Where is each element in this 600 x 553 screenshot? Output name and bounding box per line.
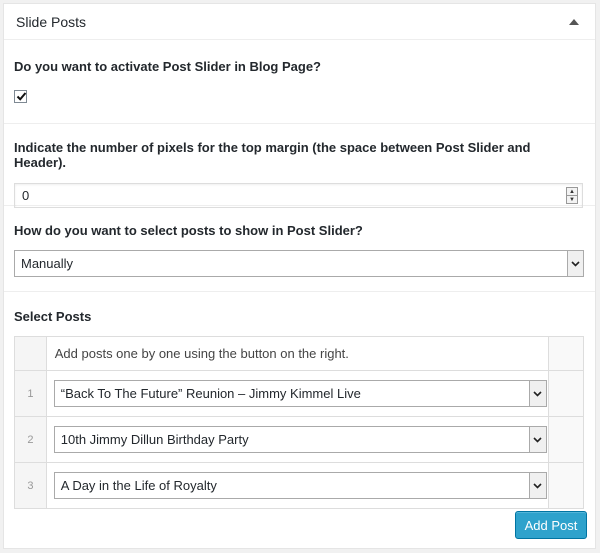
chevron-down-icon[interactable] <box>528 381 546 406</box>
activate-section: Do you want to activate Post Slider in B… <box>4 40 595 124</box>
activate-question: Do you want to activate Post Slider in B… <box>14 59 321 74</box>
selection-mode-value: Manually <box>21 256 74 271</box>
post-select[interactable]: A Day in the Life of Royalty <box>53 472 547 499</box>
top-margin-value: 0 <box>22 188 30 203</box>
posts-table: Add posts one by one using the button on… <box>14 336 585 509</box>
panel-title: Slide Posts <box>16 13 87 30</box>
post-select[interactable]: “Back To The Future” Reunion – Jimmy Kim… <box>53 380 547 407</box>
chevron-down-icon[interactable] <box>567 251 583 276</box>
row-action-cell[interactable] <box>547 370 585 417</box>
add-post-button[interactable]: Add Post <box>515 511 587 539</box>
header-num-cell <box>14 336 47 371</box>
post-title: 10th Jimmy Dillun Birthday Party <box>60 432 249 447</box>
table-header-row: Add posts one by one using the button on… <box>14 336 585 371</box>
margin-question: Indicate the number of pixels for the to… <box>14 140 531 170</box>
selection-mode-select[interactable]: Manually <box>14 250 584 277</box>
select-posts-heading: Select Posts <box>14 309 92 324</box>
posts-hint: Add posts one by one using the button on… <box>45 336 549 371</box>
post-title: A Day in the Life of Royalty <box>60 478 217 493</box>
chevron-down-icon[interactable] <box>528 473 546 498</box>
row-action-cell[interactable] <box>547 462 585 509</box>
post-select[interactable]: 10th Jimmy Dillun Birthday Party <box>53 426 547 453</box>
chevron-down-icon[interactable] <box>528 427 546 452</box>
row-action-cell[interactable] <box>547 416 585 463</box>
row-number: 1 <box>14 370 47 417</box>
activate-checkbox[interactable] <box>14 90 27 103</box>
post-cell: 10th Jimmy Dillun Birthday Party <box>45 416 549 463</box>
row-number: 2 <box>14 416 47 463</box>
top-margin-input[interactable]: 0 ▲ ▼ <box>14 183 583 208</box>
table-row: 3 A Day in the Life of Royalty <box>14 462 585 509</box>
selection-section: How do you want to select posts to show … <box>4 206 595 292</box>
spinner-down-icon[interactable]: ▼ <box>567 195 577 203</box>
spinner-up-icon[interactable]: ▲ <box>567 188 577 195</box>
post-cell: A Day in the Life of Royalty <box>45 462 549 509</box>
checkmark-icon <box>16 92 27 101</box>
table-row: 2 10th Jimmy Dillun Birthday Party <box>14 416 585 463</box>
select-posts-section: Select Posts Add posts one by one using … <box>4 292 595 509</box>
spinner-arrows-icon[interactable]: ▲ ▼ <box>566 187 578 204</box>
header-action-cell <box>547 336 585 371</box>
post-title: “Back To The Future” Reunion – Jimmy Kim… <box>60 386 361 401</box>
slide-posts-panel: Slide Posts Do you want to activate Post… <box>3 3 596 549</box>
row-number: 3 <box>14 462 47 509</box>
collapse-arrow-icon[interactable] <box>569 18 579 25</box>
selection-question: How do you want to select posts to show … <box>14 223 363 238</box>
table-row: 1 “Back To The Future” Reunion – Jimmy K… <box>14 370 585 417</box>
panel-header[interactable]: Slide Posts <box>4 4 595 40</box>
post-cell: “Back To The Future” Reunion – Jimmy Kim… <box>45 370 549 417</box>
margin-section: Indicate the number of pixels for the to… <box>4 124 595 208</box>
